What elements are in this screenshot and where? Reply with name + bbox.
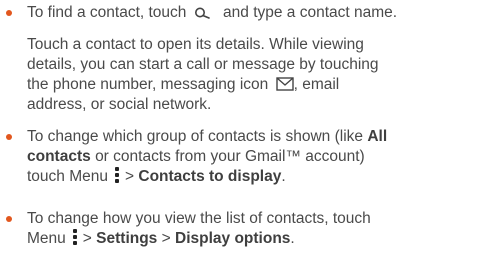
text-segment: the phone number, messaging icon — [27, 76, 269, 93]
text-line: the phone number, messaging icon , email — [27, 75, 497, 95]
bold-term: All — [367, 128, 388, 145]
text-segment: and type a contact name. — [223, 4, 398, 21]
text-segment: touch Menu — [27, 168, 108, 185]
text-segment: > — [82, 230, 92, 247]
contact-details-paragraph: Touch a contact to open its details. Whi… — [27, 35, 497, 115]
text-segment: . — [281, 168, 286, 185]
text-line: touch Menu > Contacts to display. — [27, 167, 496, 187]
bullet-dot — [6, 10, 12, 16]
menu-icon — [72, 229, 77, 245]
text-line: To change which group of contacts is sho… — [27, 127, 496, 147]
text-line: Touch a contact to open its details. Whi… — [27, 36, 364, 53]
bullet-text: To find a contact, touch and type a cont… — [27, 3, 496, 23]
document: To find a contact, touch and type a cont… — [0, 0, 503, 265]
text-line: contacts or contacts from your Gmail™ ac… — [27, 147, 496, 167]
message-icon — [275, 77, 294, 91]
bold-term: Display options — [175, 230, 291, 247]
bullet-dot — [6, 134, 12, 140]
bold-term: Contacts to display — [138, 168, 282, 185]
bold-term: Settings — [96, 230, 158, 247]
text-segment: Menu — [27, 230, 66, 247]
text-segment: > — [125, 168, 135, 185]
text-line: To change how you view the list of conta… — [27, 210, 371, 227]
text-segment: To find a contact, touch — [27, 4, 187, 21]
text-segment: , email — [293, 76, 340, 93]
menu-icon — [115, 167, 119, 183]
bullet-dot — [6, 216, 12, 222]
search-icon — [194, 7, 210, 19]
bold-term: contacts — [27, 148, 91, 165]
text-segment: or contacts from your Gmail™ account) — [95, 148, 365, 165]
bullet-text: To change which group of contacts is sho… — [27, 127, 496, 187]
text-line: address, or social network. — [27, 96, 212, 113]
text-segment: > — [161, 230, 171, 247]
text-line: details, you can start a call or message… — [27, 56, 379, 73]
text-segment: . — [290, 230, 295, 247]
text-segment: To change which group of contacts is sho… — [27, 128, 364, 145]
bullet-text: To change how you view the list of conta… — [27, 209, 496, 249]
text-line: Menu > Settings > Display options. — [27, 229, 496, 249]
